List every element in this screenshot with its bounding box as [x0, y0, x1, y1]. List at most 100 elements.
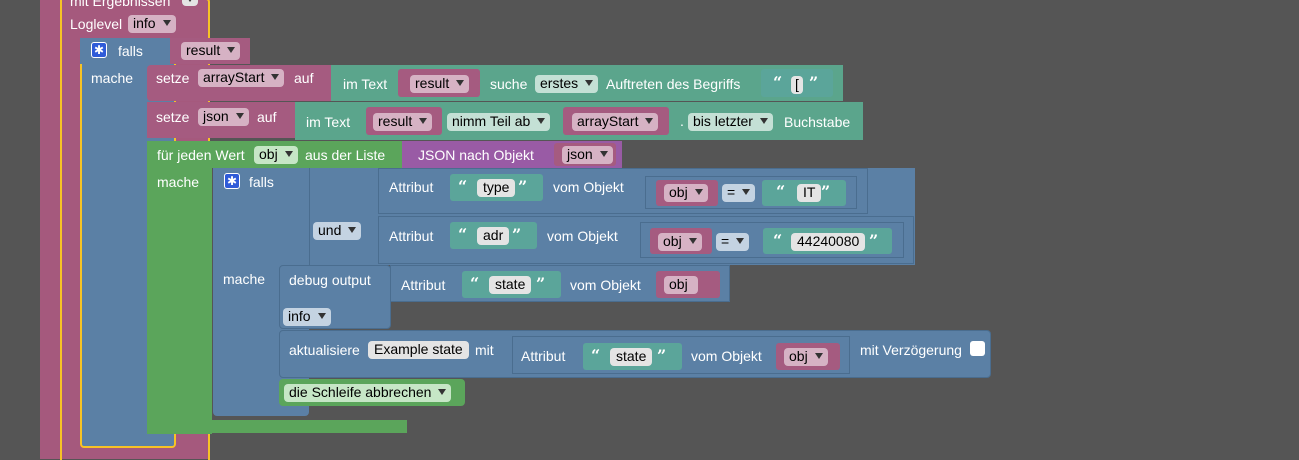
indexof-suche-label: suche [490, 76, 528, 92]
inner-if-falls-label: falls [249, 174, 274, 190]
set-json-setze-label: setze [156, 109, 190, 125]
open-quote-icon: “ [773, 231, 783, 250]
close-quote-icon: ” [809, 73, 819, 92]
open-quote-icon: “ [458, 225, 468, 244]
chevron-down-icon [186, 0, 194, 2]
close-quote-icon: ” [518, 177, 528, 196]
open-quote-icon: “ [776, 182, 786, 201]
open-quote-icon: “ [591, 346, 601, 365]
request-block-arm [40, 0, 62, 459]
cond1-op-dropdown[interactable]: = [722, 184, 756, 202]
substring-dot: . [680, 113, 684, 129]
gear-icon[interactable]: ✱ [224, 173, 240, 189]
chevron-down-icon [284, 151, 293, 157]
json-to-object-label: JSON nach Objekt [418, 147, 534, 163]
debug-output-label: debug output [289, 272, 371, 288]
loglevel-value: info [133, 15, 156, 31]
debug-attribut-label: Attribut [401, 277, 446, 293]
cond1-value[interactable]: IT [797, 184, 822, 202]
cond2-op-dropdown[interactable]: = [716, 233, 750, 251]
close-quote-icon: ” [512, 225, 522, 244]
outer-if-mache-label: mache [91, 70, 134, 86]
cond2-obj-dropdown[interactable]: obj [658, 233, 702, 251]
chevron-down-icon [456, 80, 465, 86]
chevron-down-icon [688, 238, 697, 244]
update-mit-label: mit [475, 342, 494, 358]
chevron-down-icon [227, 47, 236, 53]
chevron-down-icon [694, 189, 703, 195]
debug-level-dropdown[interactable]: info [283, 308, 331, 326]
indexof-mode-dropdown[interactable]: erstes [535, 75, 599, 93]
foreach-label: für jeden Wert [157, 147, 245, 163]
update-attribut-label: Attribut [521, 348, 566, 364]
search-term-value[interactable]: [ [791, 76, 803, 94]
cond2-value[interactable]: 44240080 [791, 233, 866, 251]
mit-ergebnissen-label: mit Ergebnissen [70, 0, 171, 9]
foreach-footer [147, 420, 407, 433]
update-attr-value[interactable]: state [610, 348, 653, 366]
set-json-var-dropdown[interactable]: json [198, 108, 249, 126]
set-arraystart-var-dropdown[interactable]: arrayStart [198, 69, 285, 87]
update-delay-checkbox[interactable] [970, 341, 985, 356]
close-quote-icon: ” [536, 274, 546, 293]
chevron-down-icon [271, 74, 280, 80]
close-quote-icon: ” [869, 231, 879, 250]
indexof-im-text-label: im Text [343, 76, 388, 92]
break-loop-dropdown[interactable]: die Schleife abbrechen [284, 384, 452, 402]
debug-attr-value[interactable]: state [489, 276, 532, 294]
indexof-text-var-dropdown[interactable]: result [410, 75, 470, 93]
cond1-vom-objekt-label: vom Objekt [553, 179, 624, 195]
cond1-obj-dropdown[interactable]: obj [664, 184, 708, 202]
chevron-down-icon [438, 389, 447, 395]
loglevel-label: Loglevel [70, 16, 123, 32]
set-arraystart-setze-label: setze [156, 70, 190, 86]
foreach-aus-label: aus der Liste [305, 147, 386, 163]
cond2-attr-value[interactable]: adr [477, 227, 510, 245]
debug-vom-objekt-label: vom Objekt [570, 277, 641, 293]
substring-from-var-dropdown[interactable]: arrayStart [572, 113, 659, 131]
open-quote-icon: “ [458, 177, 468, 196]
update-vom-objekt-label: vom Objekt [691, 348, 762, 364]
set-json-auf-label: auf [257, 109, 277, 125]
gear-icon[interactable]: ✱ [91, 42, 107, 58]
substring-text-var-dropdown[interactable]: result [373, 113, 433, 131]
foreach-mache-label: mache [157, 174, 200, 190]
open-quote-icon: “ [773, 73, 783, 92]
open-quote-icon: “ [470, 274, 480, 293]
close-quote-icon: ” [657, 346, 667, 365]
and-operator-dropdown[interactable]: und [313, 222, 362, 240]
chevron-down-icon [759, 118, 768, 124]
chevron-down-icon [736, 238, 745, 244]
chevron-down-icon [537, 118, 546, 124]
outer-if-falls-label: falls [118, 43, 143, 59]
inner-if-mache-label: mache [223, 271, 266, 287]
cond2-attribut-label: Attribut [389, 228, 434, 244]
cond1-attribut-label: Attribut [389, 179, 434, 195]
debug-obj-dropdown[interactable]: obj [664, 276, 698, 294]
json-var-dropdown[interactable]: json [562, 146, 613, 164]
set-arraystart-auf-label: auf [294, 70, 314, 86]
chevron-down-icon [814, 353, 823, 359]
chevron-down-icon [742, 189, 751, 195]
chevron-down-icon [348, 227, 357, 233]
foreach-var-dropdown[interactable]: obj [254, 146, 298, 164]
cond1-attr-value[interactable]: type [477, 179, 516, 197]
substring-nimm-dropdown[interactable]: nimm Teil ab [447, 113, 551, 131]
substring-to-mode-dropdown[interactable]: bis letzter [688, 113, 773, 131]
update-obj-dropdown[interactable]: obj [784, 348, 828, 366]
chevron-down-icon [419, 118, 428, 124]
mit-ergebnissen-toggle[interactable] [182, 0, 198, 6]
cond2-vom-objekt-label: vom Objekt [547, 228, 618, 244]
substring-im-text-label: im Text [306, 114, 351, 130]
update-target[interactable]: Example state [368, 341, 469, 359]
update-label: aktualisiere [289, 342, 360, 358]
outer-if-condition-var[interactable]: result [181, 42, 241, 60]
chevron-down-icon [585, 80, 594, 86]
loglevel-dropdown[interactable]: info [128, 15, 176, 33]
indexof-auftreten-label: Auftreten des Begriffs [606, 76, 741, 92]
chevron-down-icon [235, 113, 244, 119]
chevron-down-icon [317, 313, 326, 319]
chevron-down-icon [162, 20, 171, 26]
chevron-down-icon [599, 151, 608, 157]
chevron-down-icon [645, 118, 654, 124]
